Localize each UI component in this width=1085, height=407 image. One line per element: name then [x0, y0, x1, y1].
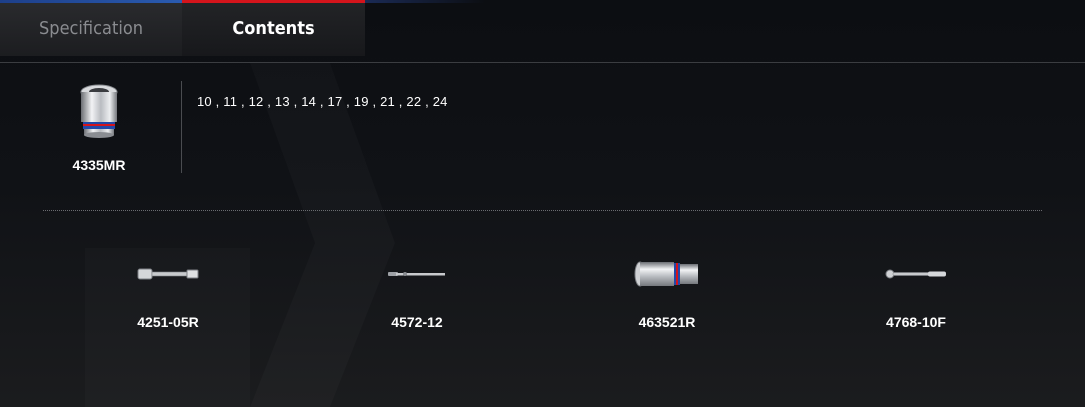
tab-label: Contents: [232, 17, 315, 39]
accessory-item[interactable]: 4251-05R: [103, 256, 233, 330]
vertical-separator: [181, 81, 182, 173]
tab-bar: Specification Contents: [0, 0, 365, 56]
tab-bar-accent: [365, 0, 485, 3]
accessory-item[interactable]: 4768-10F: [851, 256, 981, 330]
accessory-item[interactable]: 4572-12: [352, 256, 482, 330]
tab-label: Specification: [39, 17, 143, 39]
size-list: 10 , 11 , 12 , 13 , 14 , 17 , 19 , 21 , …: [197, 94, 448, 109]
accessory-item[interactable]: 463521R: [602, 256, 732, 330]
tab-contents[interactable]: Contents: [182, 0, 365, 56]
socket-icon: [80, 84, 118, 138]
tab-divider: [0, 62, 1085, 63]
accessory-code: 463521R: [638, 314, 696, 330]
ratchet-icon: [885, 269, 946, 279]
accessory-code: 4768-10F: [886, 314, 946, 330]
background-chevrons: [0, 63, 1085, 407]
tab-accent-line: [182, 0, 365, 3]
extension-bar-icon: [137, 268, 199, 280]
spinner-handle-icon: [388, 272, 445, 276]
deep-socket-icon: [634, 261, 698, 287]
tab-accent-line: [0, 0, 182, 3]
accessory-code: 4572-12: [391, 314, 443, 330]
main-item-code: 4335MR: [72, 157, 126, 173]
main-item[interactable]: 4335MR: [48, 82, 150, 173]
tab-specification[interactable]: Specification: [0, 0, 182, 56]
dotted-divider: [43, 210, 1042, 211]
accessory-code: 4251-05R: [137, 314, 199, 330]
